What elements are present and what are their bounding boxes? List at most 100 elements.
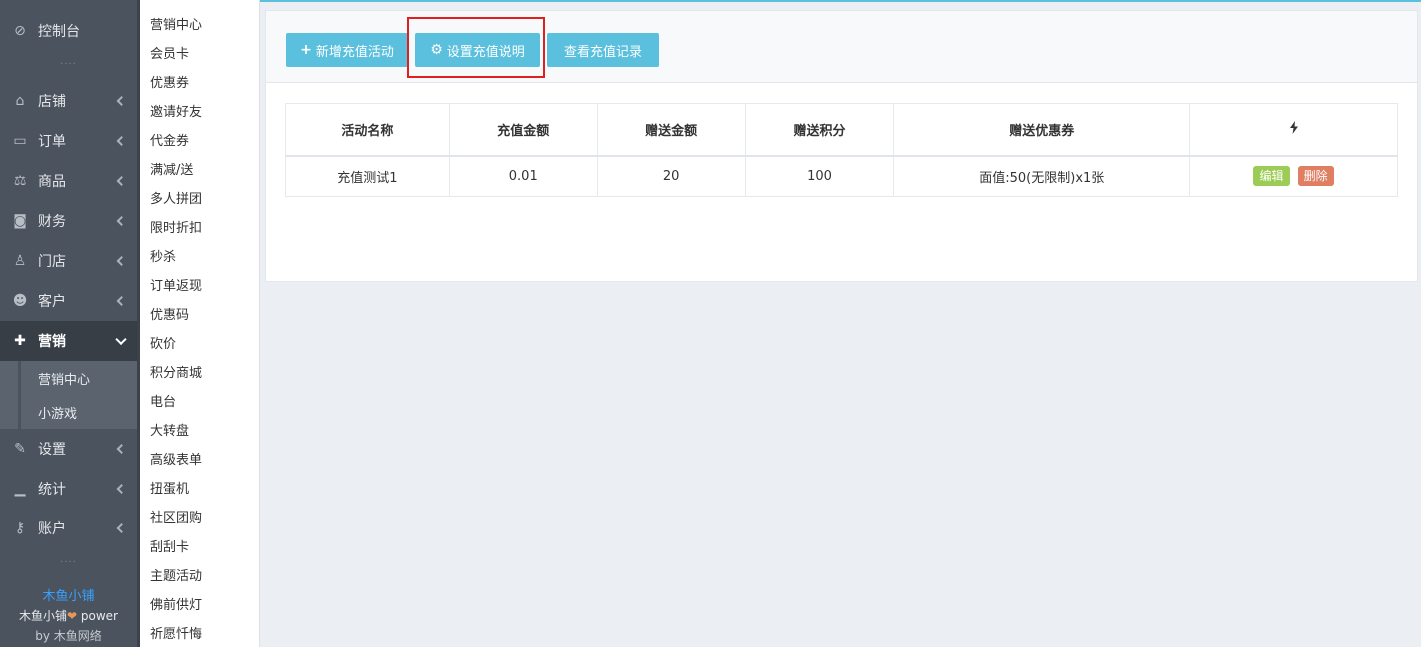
basket-icon: ⌂ [15,93,25,109]
subnav-item[interactable]: 扭蛋机 [150,482,189,498]
subnav-item[interactable]: 限时折扣 [150,221,202,237]
sitemap-icon: ♙ [13,253,27,269]
chevron-left-icon [116,523,127,533]
sidebar-item-label: 统计 [38,482,66,498]
subnav-item[interactable]: 电台 [150,395,176,411]
subnav-item[interactable]: 社区团购 [150,511,202,527]
chevron-left-icon [116,216,127,226]
sidebar-item-label: 门店 [38,254,66,270]
dashboard-icon: ⊘ [14,23,26,39]
column-header: 赠送积分 [744,103,895,157]
table-row: 充值测试1 0.01 20 100 面值:50(无限制)x1张 编辑 删除 [285,155,1398,197]
table-cell-points: 100 [744,155,895,197]
sidebar-item-statistics[interactable]: ▁ 统计 [0,469,137,509]
wrench-icon: ✎ [14,441,26,457]
main-sidebar: ⊘ 控制台 ···· ⌂ 店铺 ▭ 订单 ⚖ 商品 ◙ 财务 ♙ 门店 ☻ 客户… [0,0,140,647]
subnav-item[interactable]: 满减/送 [150,163,193,179]
chevron-down-icon [115,333,127,346]
sidebar-item-label: 商品 [38,174,66,190]
brand-power-suffix: power [77,609,118,623]
sidebar-item-label: 客户 [38,294,66,310]
subnav-item[interactable]: 优惠券 [150,76,189,92]
edit-button[interactable]: 编辑 [1253,166,1290,187]
sidebar-item-finance[interactable]: ◙ 财务 [0,201,137,241]
sidebar-item-label: 账户 [38,521,66,537]
subnav-item[interactable]: 大转盘 [150,424,189,440]
sidebar-item-label: 控制台 [38,24,80,40]
subnav-item[interactable]: 营销中心 [150,18,202,34]
subnav-item[interactable]: 祈愿忏悔 [150,627,202,643]
sidebar-item-customers[interactable]: ☻ 客户 [0,281,137,321]
add-recharge-activity-button[interactable]: + 新增充值活动 [286,33,408,67]
chevron-left-icon [116,296,127,306]
subnav-item[interactable]: 秒杀 [150,250,176,266]
brand-power-prefix: 木鱼小铺 [19,609,68,623]
gear-icon: ⚙ [430,42,443,58]
signal-icon: ▁ [14,481,26,497]
heart-icon: ❤ [67,609,78,623]
sidebar-item-account[interactable]: ⚷ 账户 [0,508,137,548]
gift-icon: ✚ [14,333,26,349]
subnav-item[interactable]: 高级表单 [150,453,202,469]
set-recharge-description-label: 设置充值说明 [446,44,525,60]
app-root: ⊘ 控制台 ···· ⌂ 店铺 ▭ 订单 ⚖ 商品 ◙ 财务 ♙ 门店 ☻ 客户… [0,0,1421,647]
subnav-item[interactable]: 主题活动 [150,569,202,585]
submenu-item-marketing-center[interactable]: 营销中心 [38,369,90,388]
delete-button[interactable]: 删除 [1297,166,1334,187]
plus-icon: + [300,42,312,58]
table-header-row: 活动名称 充值金额 赠送金额 赠送积分 赠送优惠券 [285,103,1398,157]
subnav-item[interactable]: 代金券 [150,134,189,150]
cash-icon: ◙ [13,213,27,229]
column-header: 赠送优惠券 [893,103,1191,157]
toolbar: + 新增充值活动 ⚙ 设置充值说明 查看充值记录 [266,11,1417,83]
subnav-item[interactable]: 积分商城 [150,366,202,382]
secondary-sidebar: 营销中心 会员卡 优惠券 邀请好友 代金券 满减/送 多人拼团 限时折扣 秒杀 … [140,0,260,647]
view-recharge-records-button[interactable]: 查看充值记录 [547,33,659,67]
set-recharge-description-button[interactable]: ⚙ 设置充值说明 [415,33,540,67]
sidebar-item-settings[interactable]: ✎ 设置 [0,429,137,469]
key-icon: ⚷ [14,520,26,536]
sidebar-item-label: 财务 [38,214,66,230]
sidebar-item-store[interactable]: ⌂ 店铺 [0,81,137,121]
sidebar-separator: ···· [60,557,77,568]
sidebar-item-label: 订单 [38,134,66,150]
chevron-left-icon [116,256,127,266]
column-header-actions [1189,103,1398,157]
sidebar-item-stores[interactable]: ♙ 门店 [0,241,137,281]
view-recharge-records-label: 查看充值记录 [563,44,642,60]
brand-power: 木鱼小铺❤ power [0,607,137,624]
subnav-item[interactable]: 刮刮卡 [150,540,189,556]
column-header: 充值金额 [448,103,598,157]
recharge-activity-table: 活动名称 充值金额 赠送金额 赠送积分 赠送优惠券 充值测试1 0.01 20 … [285,103,1398,197]
brand-by: by 木鱼网络 [35,629,102,643]
subnav-item[interactable]: 多人拼团 [150,192,202,208]
sidebar-item-marketing[interactable]: ✚ 营销 [0,321,137,361]
scale-icon: ⚖ [13,173,27,189]
brand-name[interactable]: 木鱼小铺 [0,585,137,604]
sidebar-item-orders[interactable]: ▭ 订单 [0,121,137,161]
sidebar-item-dashboard[interactable]: ⊘ 控制台 [0,11,137,51]
subnav-item[interactable]: 砍价 [150,337,176,353]
table-cell-actions: 编辑 删除 [1189,155,1398,197]
bolt-icon [1289,120,1298,134]
sidebar-item-products[interactable]: ⚖ 商品 [0,161,137,201]
money-icon: ▭ [13,133,27,149]
column-header: 赠送金额 [596,103,746,157]
top-accent-line [260,0,1421,2]
column-header: 活动名称 [285,103,450,157]
marketing-submenu: 营销中心 小游戏 [0,361,137,429]
submenu-item-mini-games[interactable]: 小游戏 [38,403,77,422]
sidebar-item-label: 设置 [38,442,66,458]
users-icon: ☻ [12,293,28,309]
table-cell-amount: 0.01 [448,155,598,197]
subnav-item[interactable]: 邀请好友 [150,105,202,121]
subnav-item[interactable]: 会员卡 [150,47,189,63]
subnav-item[interactable]: 订单返现 [150,279,202,295]
chevron-left-icon [116,484,127,494]
chevron-left-icon [116,176,127,186]
table-cell-coupon: 面值:50(无限制)x1张 [893,155,1191,197]
subnav-item[interactable]: 优惠码 [150,308,189,324]
add-recharge-activity-label: 新增充值活动 [315,44,394,60]
subnav-item[interactable]: 佛前供灯 [150,598,202,614]
sidebar-item-label: 店铺 [38,94,66,110]
